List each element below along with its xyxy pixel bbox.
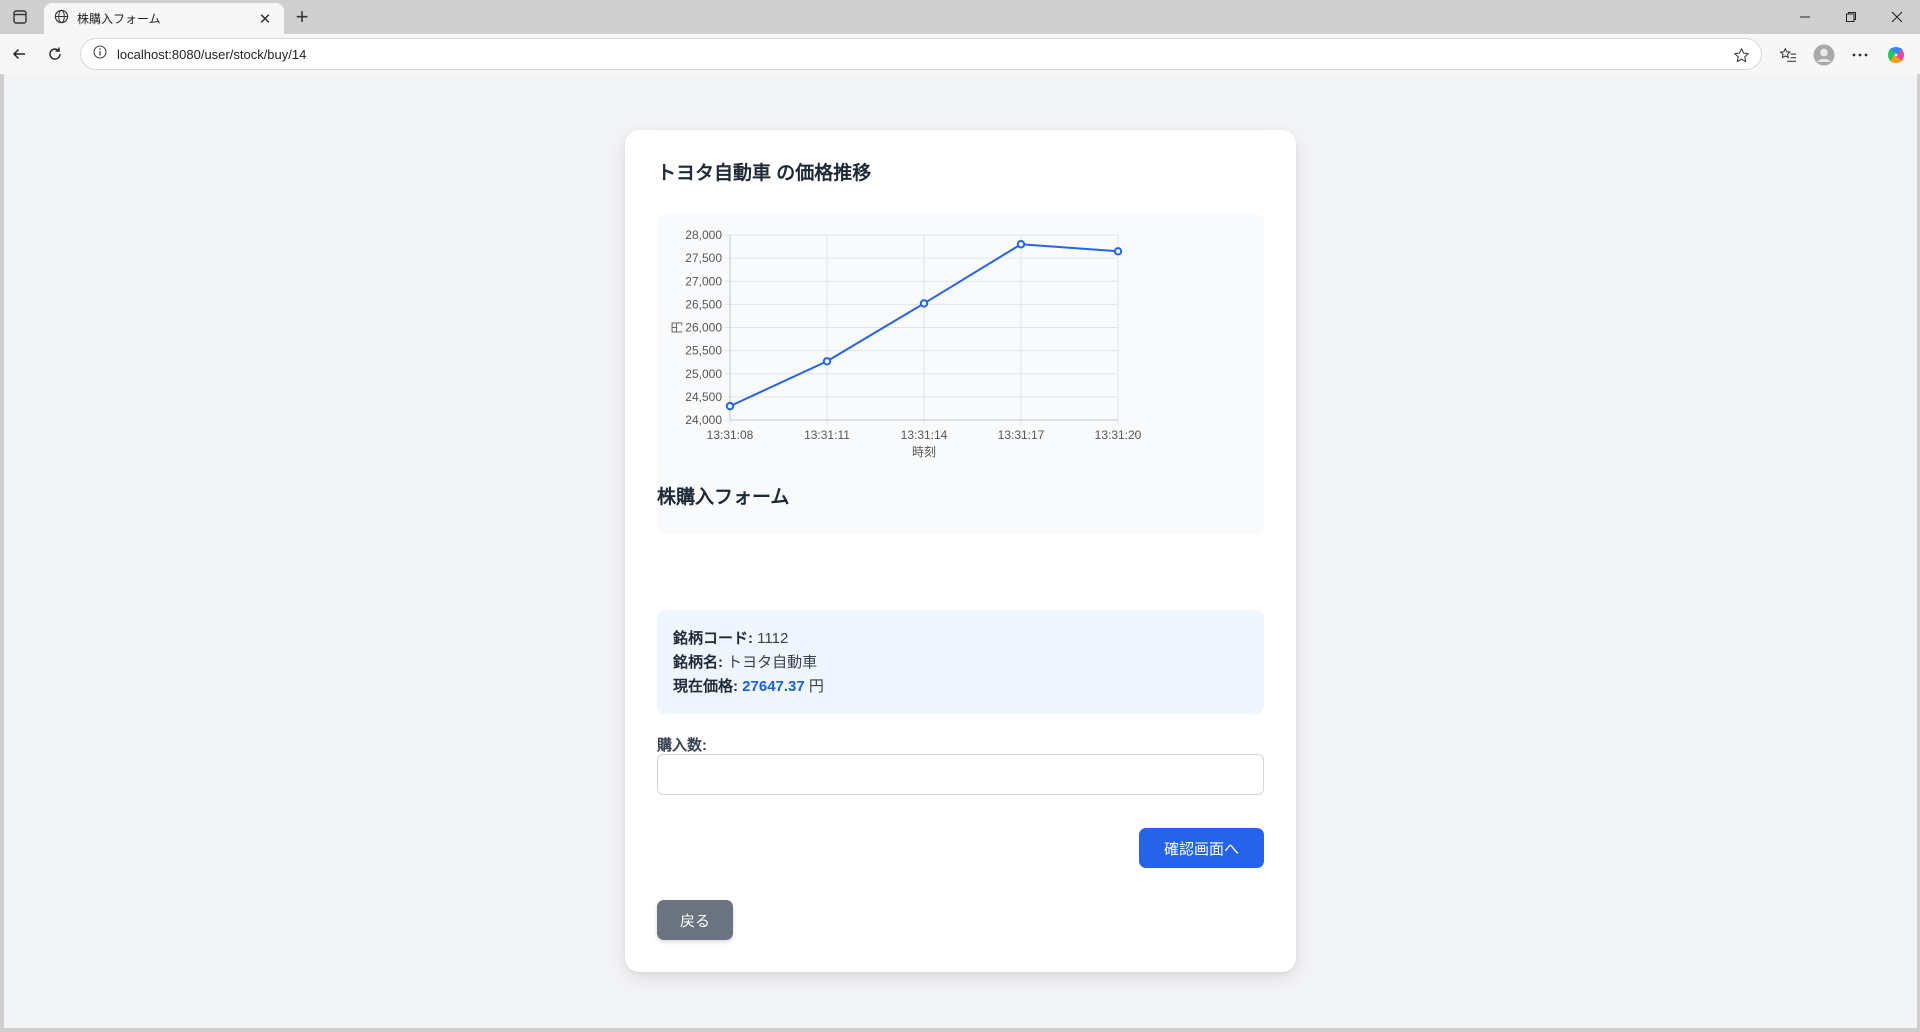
- y-tick-label: 26,000: [685, 321, 722, 335]
- y-axis-title: 円: [670, 321, 684, 333]
- stock-name-value: トヨタ自動車: [727, 654, 818, 671]
- globe-icon: [54, 9, 69, 29]
- stock-info-panel: 銘柄コード: 1112 銘柄名: トヨタ自動車 現在価格: 27647.37 円: [657, 610, 1264, 714]
- y-tick-label: 24,500: [685, 390, 722, 404]
- form-heading: 株購入フォーム: [657, 487, 790, 508]
- purchase-card: トヨタ自動車 の価格推移 24,000 24,500 25,000 25,500 26,…: [625, 130, 1296, 972]
- x-tick-label: 13:31:14: [901, 428, 948, 442]
- profile-avatar-icon[interactable]: [1810, 41, 1838, 69]
- browser-tab-active[interactable]: 株購入フォーム ✕: [44, 3, 284, 34]
- x-tick-label: 13:31:17: [998, 428, 1045, 442]
- y-tick-label: 24,000: [685, 413, 722, 427]
- current-price-row: 現在価格: 27647.37 円: [673, 675, 1248, 699]
- current-price-label: 現在価格:: [673, 678, 738, 695]
- reload-icon[interactable]: [42, 41, 68, 67]
- price-point: [725, 401, 735, 411]
- stock-code-value: 1112: [757, 630, 789, 647]
- chart-heading: トヨタ自動車 の価格推移: [657, 163, 872, 184]
- page-viewport: トヨタ自動車 の価格推移 24,000 24,500 25,000 25,500 26,…: [4, 74, 1917, 1028]
- browser-toolbar: localhost:8080/user/stock/buy/14: [0, 34, 1920, 74]
- x-tick-label: 13:31:11: [804, 428, 850, 442]
- price-point: [1113, 247, 1123, 256]
- x-axis-title: 時刻: [912, 445, 936, 459]
- y-tick-label: 27,000: [685, 274, 722, 288]
- current-price-value: 27647.37: [742, 678, 805, 695]
- back-button[interactable]: 戻る: [657, 900, 733, 940]
- y-tick-label: 27,500: [685, 251, 722, 265]
- restore-icon[interactable]: [1828, 2, 1874, 32]
- browser-tab-strip: 株購入フォーム ✕ +: [0, 0, 1920, 34]
- tab-title: 株購入フォーム: [77, 12, 161, 26]
- copilot-icon[interactable]: [1882, 41, 1910, 69]
- y-tick-label: 25,500: [685, 344, 722, 358]
- stock-name-label: 銘柄名:: [673, 654, 723, 671]
- address-bar[interactable]: localhost:8080/user/stock/buy/14: [80, 38, 1762, 70]
- stock-code-row: 銘柄コード: 1112: [673, 627, 1248, 651]
- tab-actions-icon[interactable]: [8, 5, 32, 29]
- close-tab-icon[interactable]: ✕: [256, 10, 274, 28]
- back-arrow-icon[interactable]: [6, 41, 32, 67]
- y-tick-label: 28,000: [685, 228, 722, 242]
- favorite-star-icon[interactable]: [1731, 45, 1751, 65]
- x-tick-label: 13:31:08: [707, 428, 754, 442]
- stock-name-row: 銘柄名: トヨタ自動車: [673, 651, 1248, 675]
- quantity-input[interactable]: [657, 754, 1264, 795]
- quantity-label: 購入数:: [657, 737, 707, 754]
- favorites-list-icon[interactable]: [1774, 41, 1802, 69]
- url-text: localhost:8080/user/stock/buy/14: [117, 46, 307, 62]
- price-point: [822, 357, 832, 366]
- close-window-icon[interactable]: [1874, 2, 1920, 32]
- y-tick-label: 25,000: [685, 367, 722, 381]
- price-point: [1016, 240, 1026, 249]
- price-point: [919, 299, 929, 308]
- new-tab-icon[interactable]: +: [290, 4, 314, 29]
- stock-code-label: 銘柄コード:: [673, 630, 753, 647]
- confirm-button[interactable]: 確認画面へ: [1139, 828, 1264, 868]
- x-tick-label: 13:31:20: [1095, 428, 1142, 442]
- site-info-icon[interactable]: [93, 44, 107, 64]
- minimize-icon[interactable]: [1782, 2, 1828, 32]
- price-unit: 円: [808, 678, 824, 695]
- y-tick-label: 26,500: [685, 297, 722, 311]
- more-options-icon[interactable]: [1846, 41, 1874, 69]
